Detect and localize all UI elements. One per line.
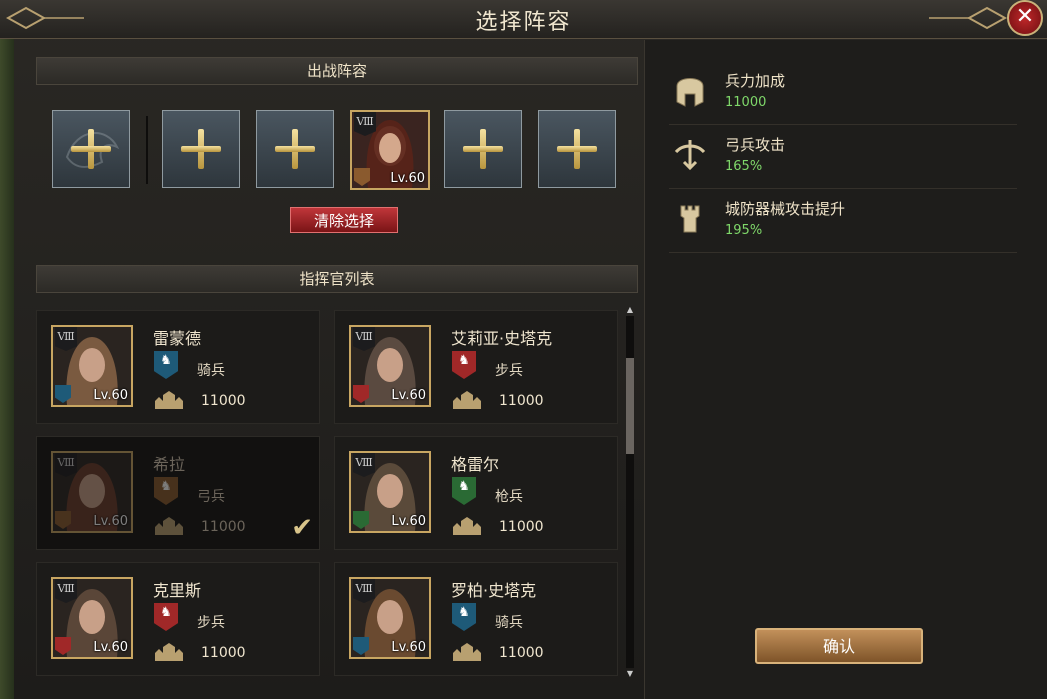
lineup-slot-3[interactable] — [256, 110, 334, 188]
level-label: Lv.60 — [93, 640, 128, 655]
commander-name: 克里斯 — [153, 581, 202, 600]
clear-selection-button[interactable]: 清除选择 — [290, 207, 398, 233]
crossbow-icon — [674, 140, 706, 171]
confirm-button[interactable]: 确认 — [755, 628, 923, 664]
commander-name: 罗柏·史塔克 — [451, 581, 537, 600]
scrollbar-thumb[interactable] — [626, 358, 634, 454]
commander-card[interactable]: Ⅷ Lv.60 罗柏·史塔克 ♞ 骑兵 11000 — [334, 562, 618, 676]
troop-power-icon — [453, 643, 481, 661]
troop-power-value: 11000 — [499, 645, 544, 661]
lineup-slot-selected[interactable]: Ⅷ Lv.60 — [350, 110, 430, 190]
add-icon — [71, 129, 111, 169]
troop-type-label: 枪兵 — [495, 489, 523, 505]
troop-type-label: 弓兵 — [197, 489, 225, 505]
troop-power-value: 11000 — [201, 393, 246, 409]
troop-type-label: 步兵 — [495, 363, 523, 379]
commander-card[interactable]: Ⅷ Lv.60 格雷尔 ♞ 枪兵 11000 — [334, 436, 618, 550]
commander-portrait: Ⅷ Lv.60 — [349, 577, 431, 659]
troop-power-value: 11000 — [499, 393, 544, 409]
troop-type-label: 骑兵 — [197, 363, 225, 379]
commander-name: 希拉 — [153, 455, 186, 474]
add-icon — [463, 129, 503, 169]
bonus-label: 弓兵攻击 — [725, 136, 786, 154]
bonus-row: 城防器械攻击提升 195% — [669, 190, 1017, 253]
close-button[interactable]: ✕ — [1007, 0, 1043, 36]
helmet-icon — [676, 78, 704, 107]
commander-name: 格雷尔 — [451, 455, 500, 474]
level-label: Lv.60 — [390, 171, 425, 186]
troop-power-icon — [453, 391, 481, 409]
level-label: Lv.60 — [391, 388, 426, 403]
rank-badge: Ⅷ — [353, 327, 375, 351]
rank-badge: Ⅷ — [55, 327, 77, 351]
rank-badge: Ⅷ — [55, 453, 77, 477]
dialog-title: 选择阵容 — [475, 10, 572, 35]
commander-card[interactable]: Ⅷ Lv.60 艾莉亚·史塔克 ♞ 步兵 11000 — [334, 310, 618, 424]
title-bar: 选择阵容 ✕ — [0, 0, 1047, 39]
level-label: Lv.60 — [391, 640, 426, 655]
bonus-value: 195% — [725, 223, 763, 238]
commander-portrait: Ⅷ Lv.60 — [51, 451, 133, 533]
lineup-slot-1[interactable] — [52, 110, 130, 188]
bonus-row: 兵力加成 11000 — [669, 62, 1017, 125]
troop-type-icon: ♞ — [452, 477, 476, 505]
commander-portrait: Ⅷ Lv.60 — [349, 451, 431, 533]
rank-badge: Ⅷ — [55, 579, 77, 603]
rank-badge: Ⅷ — [354, 112, 376, 136]
title-ornament-right — [929, 6, 1007, 30]
lineup-slot-6[interactable] — [538, 110, 616, 188]
lineup-slot-5[interactable] — [444, 110, 522, 188]
troop-type-icon: ♞ — [154, 477, 178, 505]
bonus-panel: 兵力加成 11000 弓兵攻击 165% 城防器械攻击提升 195% 确认 — [644, 40, 1047, 699]
scrollbar[interactable] — [626, 316, 634, 668]
troop-type-label: 步兵 — [197, 615, 225, 631]
bonus-value: 165% — [725, 159, 763, 174]
slot-divider — [146, 116, 148, 184]
troop-power-icon — [155, 391, 183, 409]
troop-type-icon: ♞ — [452, 351, 476, 379]
scroll-down-icon[interactable]: ▼ — [626, 670, 634, 678]
commander-list-header: 指挥官列表 — [36, 265, 638, 293]
commander-card[interactable]: Ⅷ Lv.60 克里斯 ♞ 步兵 11000 — [36, 562, 320, 676]
add-icon — [557, 129, 597, 169]
level-label: Lv.60 — [93, 388, 128, 403]
lineup-slot-2[interactable] — [162, 110, 240, 188]
troop-power-icon — [155, 517, 183, 535]
commander-card[interactable]: Ⅷ Lv.60 雷蒙德 ♞ 骑兵 11000 — [36, 310, 320, 424]
bonus-value: 11000 — [725, 95, 767, 110]
troop-power-icon — [155, 643, 183, 661]
tower-icon — [680, 205, 700, 233]
troop-type-icon: ♞ — [154, 603, 178, 631]
commander-card[interactable]: Ⅷ Lv.60 希拉 ♞ 弓兵 11000 ✔ — [36, 436, 320, 550]
troop-power-value: 11000 — [499, 519, 544, 535]
commander-name: 艾莉亚·史塔克 — [451, 329, 553, 348]
troop-type-label: 骑兵 — [495, 615, 523, 631]
troop-power-value: 11000 — [201, 645, 246, 661]
background-edge — [0, 0, 14, 699]
commander-portrait: Ⅷ Lv.60 — [51, 577, 133, 659]
checkmark-icon: ✔ — [291, 513, 313, 543]
troop-power-value: 11000 — [201, 519, 246, 535]
bonus-label: 兵力加成 — [725, 72, 786, 90]
bonus-row: 弓兵攻击 165% — [669, 126, 1017, 189]
bonus-label: 城防器械攻击提升 — [725, 200, 846, 218]
commander-name: 雷蒙德 — [153, 329, 202, 348]
rank-badge: Ⅷ — [353, 579, 375, 603]
troop-power-icon — [453, 517, 481, 535]
add-icon — [275, 129, 315, 169]
level-label: Lv.60 — [391, 514, 426, 529]
troop-type-icon: ♞ — [154, 351, 178, 379]
level-label: Lv.60 — [93, 514, 128, 529]
scroll-up-icon[interactable]: ▲ — [626, 306, 634, 314]
commander-portrait: Ⅷ Lv.60 — [349, 325, 431, 407]
commander-portrait: Ⅷ Lv.60 — [51, 325, 133, 407]
add-icon — [181, 129, 221, 169]
rank-badge: Ⅷ — [353, 453, 375, 477]
lineup-header: 出战阵容 — [36, 57, 638, 85]
troop-type-icon: ♞ — [452, 603, 476, 631]
